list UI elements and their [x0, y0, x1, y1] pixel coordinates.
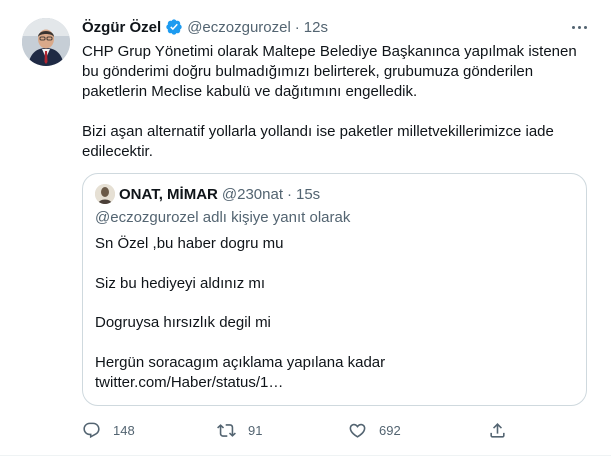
reply-icon: [83, 422, 100, 438]
quoted-tweet-header: ONAT, MİMAR @230nat · 15s: [95, 184, 320, 204]
retweet-icon: [217, 423, 236, 437]
more-dots-icon[interactable]: [569, 19, 589, 35]
tweet-text: CHP Grup Yönetimi olarak Maltepe Belediy…: [82, 42, 587, 182]
quoted-author-avatar: [95, 184, 115, 204]
quoted-tweet[interactable]: ONAT, MİMAR @230nat · 15s @eczozgurozel …: [82, 173, 587, 406]
reply-button[interactable]: 148: [82, 420, 135, 440]
verified-badge-icon: [165, 18, 183, 36]
share-icon: [490, 422, 505, 438]
quoted-line: Sn Özel ,bu haber dogru mu: [95, 235, 284, 252]
quoted-line: Siz bu hediyeyi aldınız mı: [95, 274, 266, 292]
share-button[interactable]: [488, 420, 519, 440]
like-count: 692: [379, 422, 401, 438]
retweet-count: 91: [248, 422, 263, 438]
author-avatar[interactable]: [22, 18, 70, 66]
separator-dot: ·: [287, 185, 292, 203]
tweet-paragraph: CHP Grup Yönetimi olarak Maltepe Belediy…: [82, 43, 577, 100]
like-icon: [349, 423, 366, 438]
quoted-line: Dogruysa hırsızlık degil mi: [95, 314, 271, 332]
author-avatar-image: [22, 18, 70, 66]
replying-to-label: @eczozgurozel adlı kişiye yanıt olarak: [95, 209, 351, 226]
reply-count: 148: [113, 422, 135, 438]
quoted-line: twitter.com/Haber/status/1…: [95, 374, 284, 392]
tweet-timestamp[interactable]: 12s: [304, 19, 328, 36]
retweet-button[interactable]: 91: [217, 420, 262, 440]
quoted-tweet-text: Sn Özel ,bu haber dogru mu Siz bu hediye…: [95, 234, 575, 393]
separator-dot: ·: [294, 18, 300, 36]
tweet[interactable]: Özgür Özel @eczozgurozel · 12s CHP Grup …: [0, 0, 611, 456]
quoted-timestamp: 15s: [296, 185, 321, 203]
tweet-actions: 148 91 692: [82, 420, 505, 440]
author-handle[interactable]: @eczozgurozel: [187, 19, 291, 36]
like-button[interactable]: 692: [348, 420, 401, 440]
tweet-header: Özgür Özel @eczozgurozel · 12s: [82, 16, 587, 38]
tweet-paragraph: Bizi aşan alternatif yollarla yollandı i…: [82, 123, 554, 160]
quoted-author-handle: @230nat: [221, 185, 283, 203]
quoted-author-name: ONAT, MİMAR: [119, 185, 218, 203]
author-name[interactable]: Özgür Özel: [82, 19, 161, 36]
quoted-line: Hergün soracagım açıklama yapılana kadar: [95, 354, 386, 372]
